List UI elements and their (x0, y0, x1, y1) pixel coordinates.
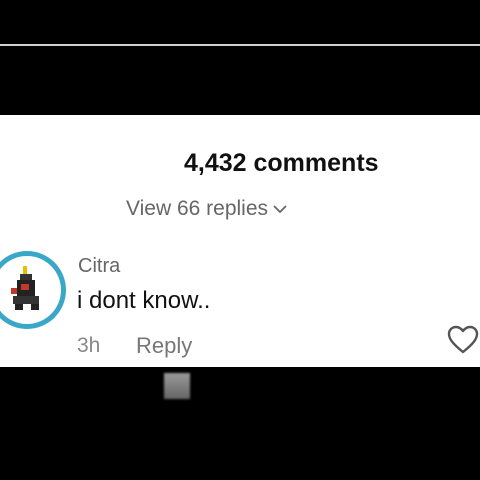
view-replies-button[interactable]: View 66 replies (126, 197, 288, 221)
comments-count: 4,432 comments (184, 149, 379, 177)
blurred-thumbnail (164, 373, 190, 399)
avatar-image (0, 256, 61, 324)
heart-outline-icon[interactable] (447, 325, 479, 355)
chevron-down-icon (273, 205, 287, 214)
comments-panel: 4,432 comments View 66 replies Citra i d… (0, 115, 480, 367)
avatar[interactable] (0, 251, 66, 329)
video-frame: 4,432 comments View 66 replies Citra i d… (0, 0, 480, 480)
comment-username[interactable]: Citra (78, 255, 120, 278)
comment-timestamp: 3h (77, 334, 101, 357)
top-divider (0, 44, 480, 46)
reply-button[interactable]: Reply (136, 333, 192, 359)
view-replies-label: View 66 replies (126, 197, 269, 220)
comment-text: i dont know.. (77, 287, 211, 314)
